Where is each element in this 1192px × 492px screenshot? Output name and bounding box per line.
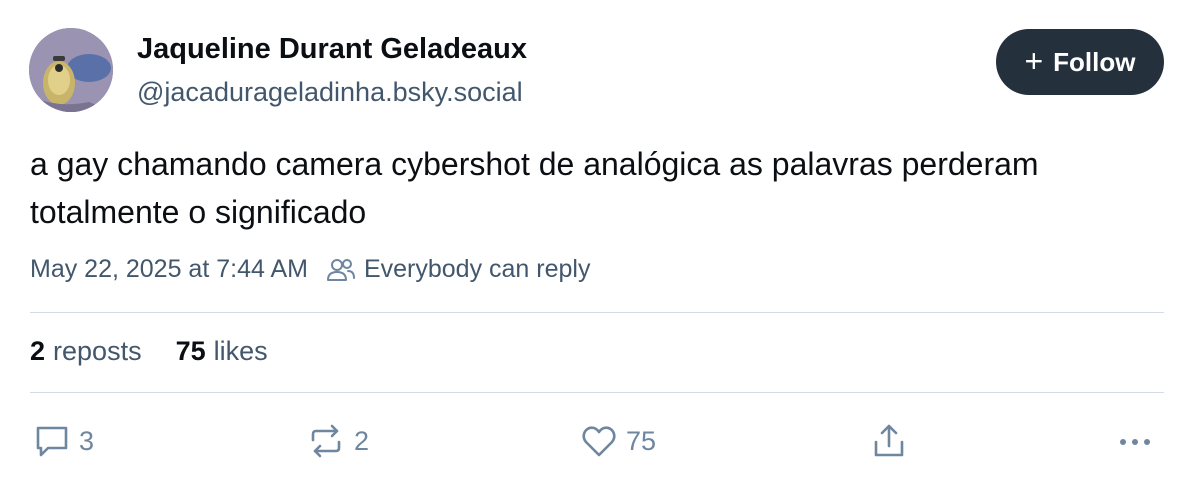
post-timestamp[interactable]: May 22, 2025 at 7:44 AM [30,255,308,284]
likes-count: 75 [175,336,206,366]
engagement-stats: 2 reposts 75 likes [30,336,268,367]
post-meta: May 22, 2025 at 7:44 AM Everybody can re… [30,255,590,284]
reposts-stat[interactable]: 2 reposts [30,336,142,367]
divider [30,312,1164,313]
likes-label: likes [213,336,268,366]
reply-count: 3 [79,425,95,456]
share-button[interactable] [870,422,908,460]
like-count: 75 [626,425,657,456]
follow-button[interactable]: + Follow [996,29,1164,95]
repost-button[interactable]: 2 [306,422,369,460]
share-icon [874,424,904,457]
reply-setting-label: Everybody can reply [363,255,591,283]
author-handle[interactable]: @jacadurageladinha.bsky.social [137,74,527,110]
reply-button[interactable]: 3 [33,422,94,460]
like-button[interactable]: 75 [580,422,656,460]
avatar-photo [29,28,113,112]
divider [30,392,1164,393]
follow-button-label: Follow [1053,46,1136,77]
plus-icon: + [1024,42,1044,79]
reposts-count: 2 [30,336,46,366]
likes-stat[interactable]: 75 likes [176,336,268,367]
post-actions: 3 2 75 [0,422,1192,462]
post-thread-item: Jaqueline Durant Geladeaux @jacaduragela… [0,0,1192,492]
reposts-label: reposts [53,336,142,366]
reply-setting: Everybody can reply [326,255,591,284]
author-display-name[interactable]: Jaqueline Durant Geladeaux [137,30,527,68]
heart-icon [582,426,616,457]
repost-count: 2 [354,425,370,456]
avatar[interactable] [29,28,113,112]
more-icon [1120,439,1150,445]
repost-icon [311,424,341,458]
author-info: Jaqueline Durant Geladeaux @jacaduragela… [137,30,527,110]
comment-icon [36,426,68,457]
post-text: a gay chamando camera cybershot de analó… [30,146,1039,230]
people-icon [326,258,355,281]
more-options-button[interactable] [1116,422,1154,460]
